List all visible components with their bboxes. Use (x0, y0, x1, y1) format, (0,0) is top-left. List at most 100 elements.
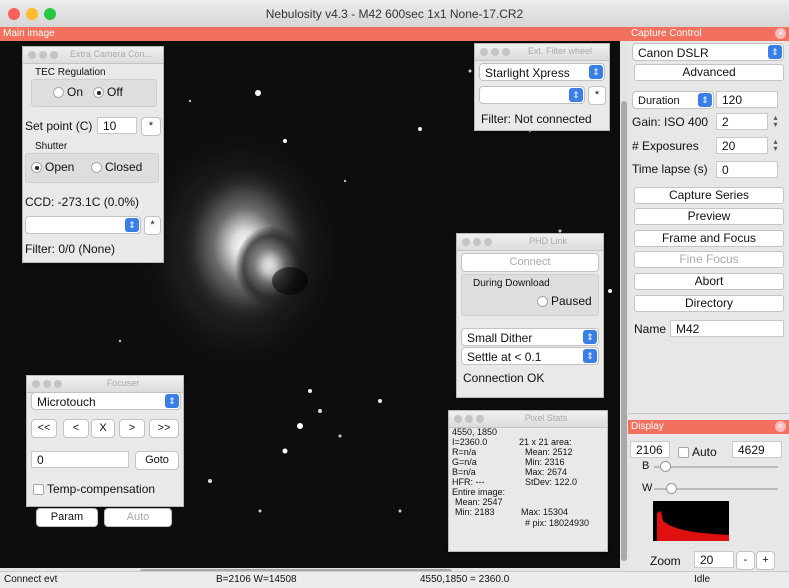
close-dot-icon[interactable] (462, 238, 470, 246)
zoom-dot-icon[interactable] (54, 380, 62, 388)
focuser-title: Focuser (106, 378, 140, 388)
preview-button[interactable]: Preview (634, 208, 784, 225)
minimize-dot-icon[interactable] (39, 51, 47, 59)
main-image-header: Main image (0, 27, 628, 41)
shutter-closed-label: Closed (105, 160, 143, 174)
focuser-param-button[interactable]: Param (36, 508, 98, 527)
directory-button[interactable]: Directory (634, 295, 784, 312)
tec-off-radio[interactable] (93, 87, 104, 98)
setpoint-apply-button[interactable]: * (141, 117, 161, 136)
close-dot-icon[interactable] (28, 51, 36, 59)
focuser-device-value: Microtouch (37, 395, 96, 409)
camera-filter-status: Filter: 0/0 (None) (25, 242, 116, 256)
camera-filter-select[interactable]: ⇕ (25, 216, 141, 234)
zoom-label: Zoom (650, 554, 681, 568)
name-input[interactable]: M42 (670, 320, 784, 337)
filter-select[interactable]: ⇕ (479, 86, 585, 104)
tec-on-radio[interactable] (53, 87, 64, 98)
auto-stretch-checkbox[interactable] (678, 447, 689, 458)
close-icon[interactable]: × (775, 421, 786, 432)
zoom-in-button[interactable]: + (756, 551, 775, 570)
zoom-dot-icon[interactable] (484, 238, 492, 246)
camera-filter-apply-button[interactable]: * (144, 216, 161, 235)
black-slider-knob[interactable] (660, 461, 672, 472)
focuser-goto-button[interactable]: Goto (135, 451, 179, 470)
white-point-input[interactable]: 4629 (732, 441, 782, 458)
minimize-dot-icon[interactable] (465, 415, 473, 423)
capture-control-title: Capture Control (631, 28, 702, 39)
ccd-temperature: CCD: -273.1C (0.0%) (25, 195, 140, 209)
shutter-open-radio[interactable] (31, 162, 42, 173)
extra-camera-title: Extra Camera Con... (69, 49, 153, 59)
close-icon[interactable]: × (775, 28, 786, 39)
name-label: Name (634, 322, 667, 336)
fine-focus-button[interactable]: Fine Focus (634, 251, 784, 268)
status-state: Idle (694, 574, 711, 585)
duration-input[interactable]: 120 (716, 91, 778, 108)
filter-wheel-device-select[interactable]: Starlight Xpress ⇕ (479, 63, 605, 81)
focuser-stop-button[interactable]: X (91, 419, 115, 438)
paused-label: Paused (551, 294, 592, 308)
focuser-device-select[interactable]: Microtouch ⇕ (31, 392, 181, 410)
zoom-dot-icon[interactable] (476, 415, 484, 423)
status-pixel-value: 4550,1850 = 2360.0 (420, 574, 510, 585)
camera-select[interactable]: Canon DSLR ⇕ (632, 43, 784, 61)
entire-pixel-count: # pix: 18024930 (525, 518, 590, 528)
timelapse-input[interactable]: 0 (716, 161, 778, 178)
black-point-slider[interactable] (654, 461, 778, 472)
setpoint-input[interactable]: 10 (97, 117, 137, 134)
zoom-dot-icon[interactable] (502, 48, 510, 56)
gain-stepper[interactable]: ▴ ▾ (771, 114, 780, 129)
pixel-stats-titlebar: Pixel Stats (449, 411, 607, 428)
focuser-auto-button[interactable]: Auto (104, 508, 172, 527)
advanced-button[interactable]: Advanced (634, 64, 784, 81)
status-black-white: B=2106 W=14508 (216, 574, 297, 585)
panel-divider[interactable] (628, 413, 789, 414)
filter-apply-button[interactable]: * (588, 86, 606, 105)
temp-compensation-checkbox[interactable] (33, 484, 44, 495)
exposures-input[interactable]: 20 (716, 137, 768, 154)
duration-select[interactable]: Duration ⇕ (632, 91, 714, 109)
zoom-dot-icon[interactable] (50, 51, 58, 59)
zoom-out-button[interactable]: - (736, 551, 755, 570)
focuser-position-input[interactable]: 0 (31, 451, 129, 468)
area-stdev: StDev: 122.0 (525, 477, 578, 487)
zoom-input[interactable]: 20 (694, 551, 734, 568)
black-point-input[interactable]: 2106 (630, 441, 670, 458)
focuser-move-out-large-button[interactable]: >> (149, 419, 179, 438)
image-vertical-scrollbar[interactable] (620, 41, 628, 571)
minimize-dot-icon[interactable] (43, 380, 51, 388)
exposures-stepper[interactable]: ▴ ▾ (771, 138, 780, 153)
close-dot-icon[interactable] (454, 415, 462, 423)
auto-stretch-label: Auto (692, 445, 717, 459)
abort-button[interactable]: Abort (634, 273, 784, 290)
entire-image-label: Entire image: (452, 487, 506, 497)
capture-series-button[interactable]: Capture Series (634, 187, 784, 204)
frame-focus-button[interactable]: Frame and Focus (634, 230, 784, 247)
settle-select[interactable]: Settle at < 0.1 ⇕ (461, 347, 599, 365)
filter-wheel-title: Ext. Filter wheel (527, 46, 593, 56)
close-dot-icon[interactable] (32, 380, 40, 388)
focuser-move-out-button[interactable]: > (119, 419, 145, 438)
chevron-updown-icon: ⇕ (583, 330, 597, 344)
white-point-slider[interactable] (654, 483, 778, 494)
chevron-updown-icon: ⇕ (768, 45, 782, 59)
pixel-stats-entire-column: Max: 15304 # pix: 18024930 (521, 507, 589, 529)
focuser-move-in-large-button[interactable]: << (31, 419, 57, 438)
vertical-scroll-thumb[interactable] (621, 101, 627, 561)
close-dot-icon[interactable] (480, 48, 488, 56)
camera-value: Canon DSLR (638, 46, 709, 60)
right-panel: Capture Control × Canon DSLR ⇕ Advanced D… (628, 27, 789, 571)
phd-connect-button[interactable]: Connect (461, 253, 599, 272)
focuser-move-in-button[interactable]: < (63, 419, 89, 438)
gain-input[interactable]: 2 (716, 113, 768, 130)
tec-on-label: On (67, 85, 84, 99)
dither-select[interactable]: Small Dither ⇕ (461, 328, 599, 346)
shutter-closed-radio[interactable] (91, 162, 102, 173)
chevron-updown-icon: ⇕ (589, 65, 603, 79)
minimize-dot-icon[interactable] (491, 48, 499, 56)
white-slider-knob[interactable] (666, 483, 678, 494)
minimize-dot-icon[interactable] (473, 238, 481, 246)
paused-radio[interactable] (537, 296, 548, 307)
filter-wheel-status: Filter: Not connected (481, 112, 592, 126)
